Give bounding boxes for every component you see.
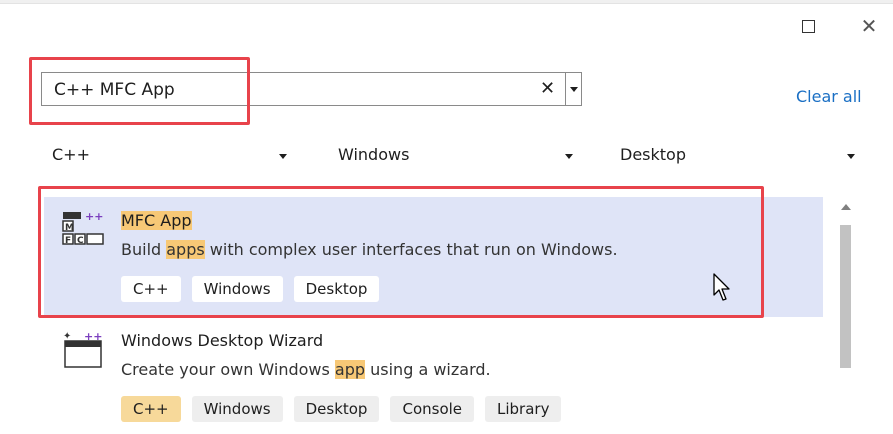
svg-text:++: ++ [84,330,102,343]
language-filter[interactable]: C++ [52,145,90,164]
clear-all-link[interactable]: Clear all [796,87,862,106]
tag-windows: Windows [191,396,283,422]
search-history-dropdown[interactable] [565,72,582,106]
close-button[interactable]: ✕ [857,14,881,38]
window-top-border [0,0,893,4]
template-description: Create your own Windows app using a wiza… [121,360,491,379]
selected-template-callout-highlight [38,186,764,318]
chevron-down-icon [570,86,578,92]
tag-desktop: Desktop [293,396,380,422]
tag-cpp: C++ [121,396,181,422]
template-list-scrollbar[interactable] [836,197,855,434]
search-callout-highlight [29,57,250,125]
template-tags: C++ Windows Desktop Console Library [121,396,562,422]
platform-filter-chevron-icon[interactable] [565,154,573,159]
close-icon: ✕ [860,14,878,38]
project-type-filter-chevron-icon[interactable] [847,154,855,159]
windows-desktop-wizard-icon: ✦ ++ [63,330,102,368]
clear-search-icon[interactable]: ✕ [540,78,555,99]
template-item-windows-desktop-wizard[interactable]: ✦ ++ Windows Desktop Wizard Create your … [44,317,823,434]
tag-console: Console [390,396,475,422]
template-title: Windows Desktop Wizard [121,331,324,350]
maximize-icon [801,19,815,33]
scroll-up-icon[interactable] [841,204,851,210]
maximize-button[interactable] [796,14,820,38]
svg-text:✦: ✦ [63,331,71,342]
tag-library: Library [485,396,562,422]
mouse-pointer-icon [713,273,730,301]
platform-filter[interactable]: Windows [338,145,409,164]
language-filter-chevron-icon[interactable] [279,154,287,159]
project-type-filter[interactable]: Desktop [620,145,686,164]
scroll-thumb[interactable] [840,225,851,368]
